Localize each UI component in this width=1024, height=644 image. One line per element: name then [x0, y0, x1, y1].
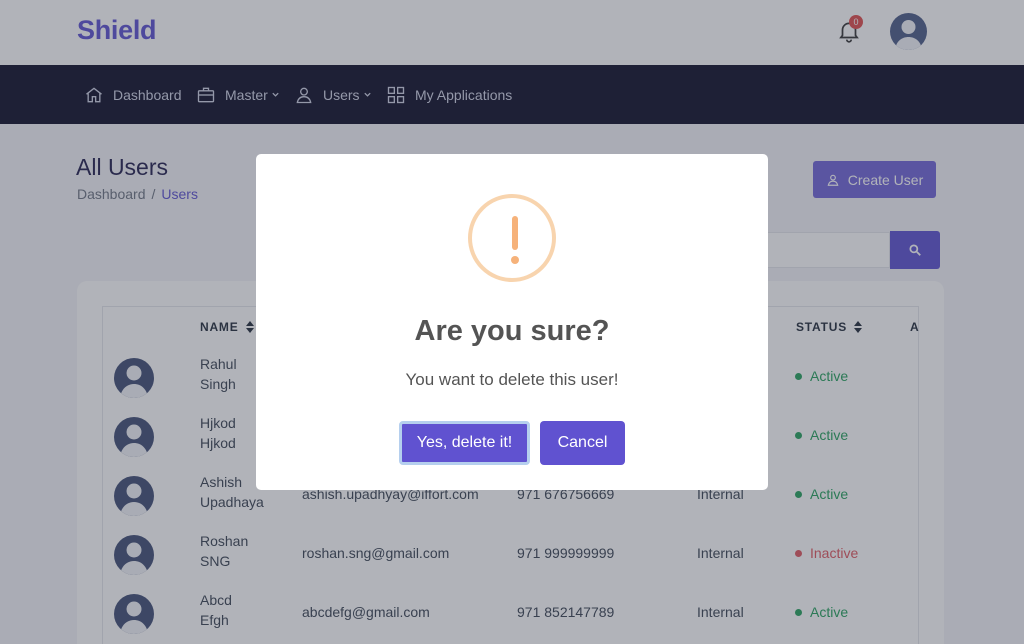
confirm-delete-button[interactable]: Yes, delete it!	[399, 421, 530, 465]
warning-icon	[468, 194, 556, 282]
dialog-title: Are you sure?	[414, 315, 610, 347]
confirm-dialog: Are you sure? You want to delete this us…	[256, 154, 768, 490]
cancel-button[interactable]: Cancel	[540, 421, 625, 465]
dialog-message: You want to delete this user!	[405, 370, 619, 389]
